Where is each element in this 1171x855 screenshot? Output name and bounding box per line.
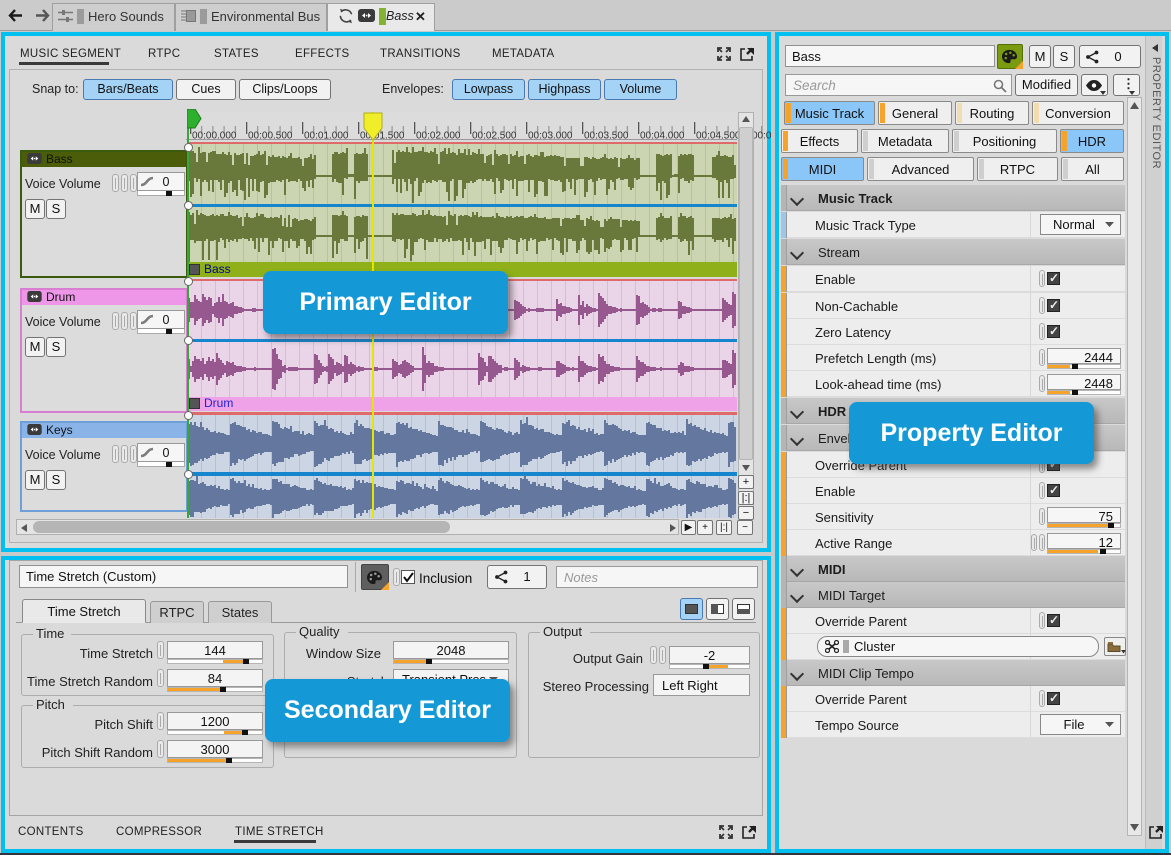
svg-text:00:04.000: 00:04.000 [640,131,685,142]
svg-text:00:03.000: 00:03.000 [528,131,573,142]
svg-text:00:00.000: 00:00.000 [192,131,237,142]
svg-text:00:0: 00:0 [752,131,771,142]
svg-text:00:04.500: 00:04.500 [696,131,741,142]
svg-text:00:02.500: 00:02.500 [472,131,517,142]
svg-text:00:02.000: 00:02.000 [416,131,461,142]
svg-text:00:03.500: 00:03.500 [584,131,629,142]
svg-text:00:01.000: 00:01.000 [304,131,349,142]
svg-text:00:00.500: 00:00.500 [248,131,293,142]
